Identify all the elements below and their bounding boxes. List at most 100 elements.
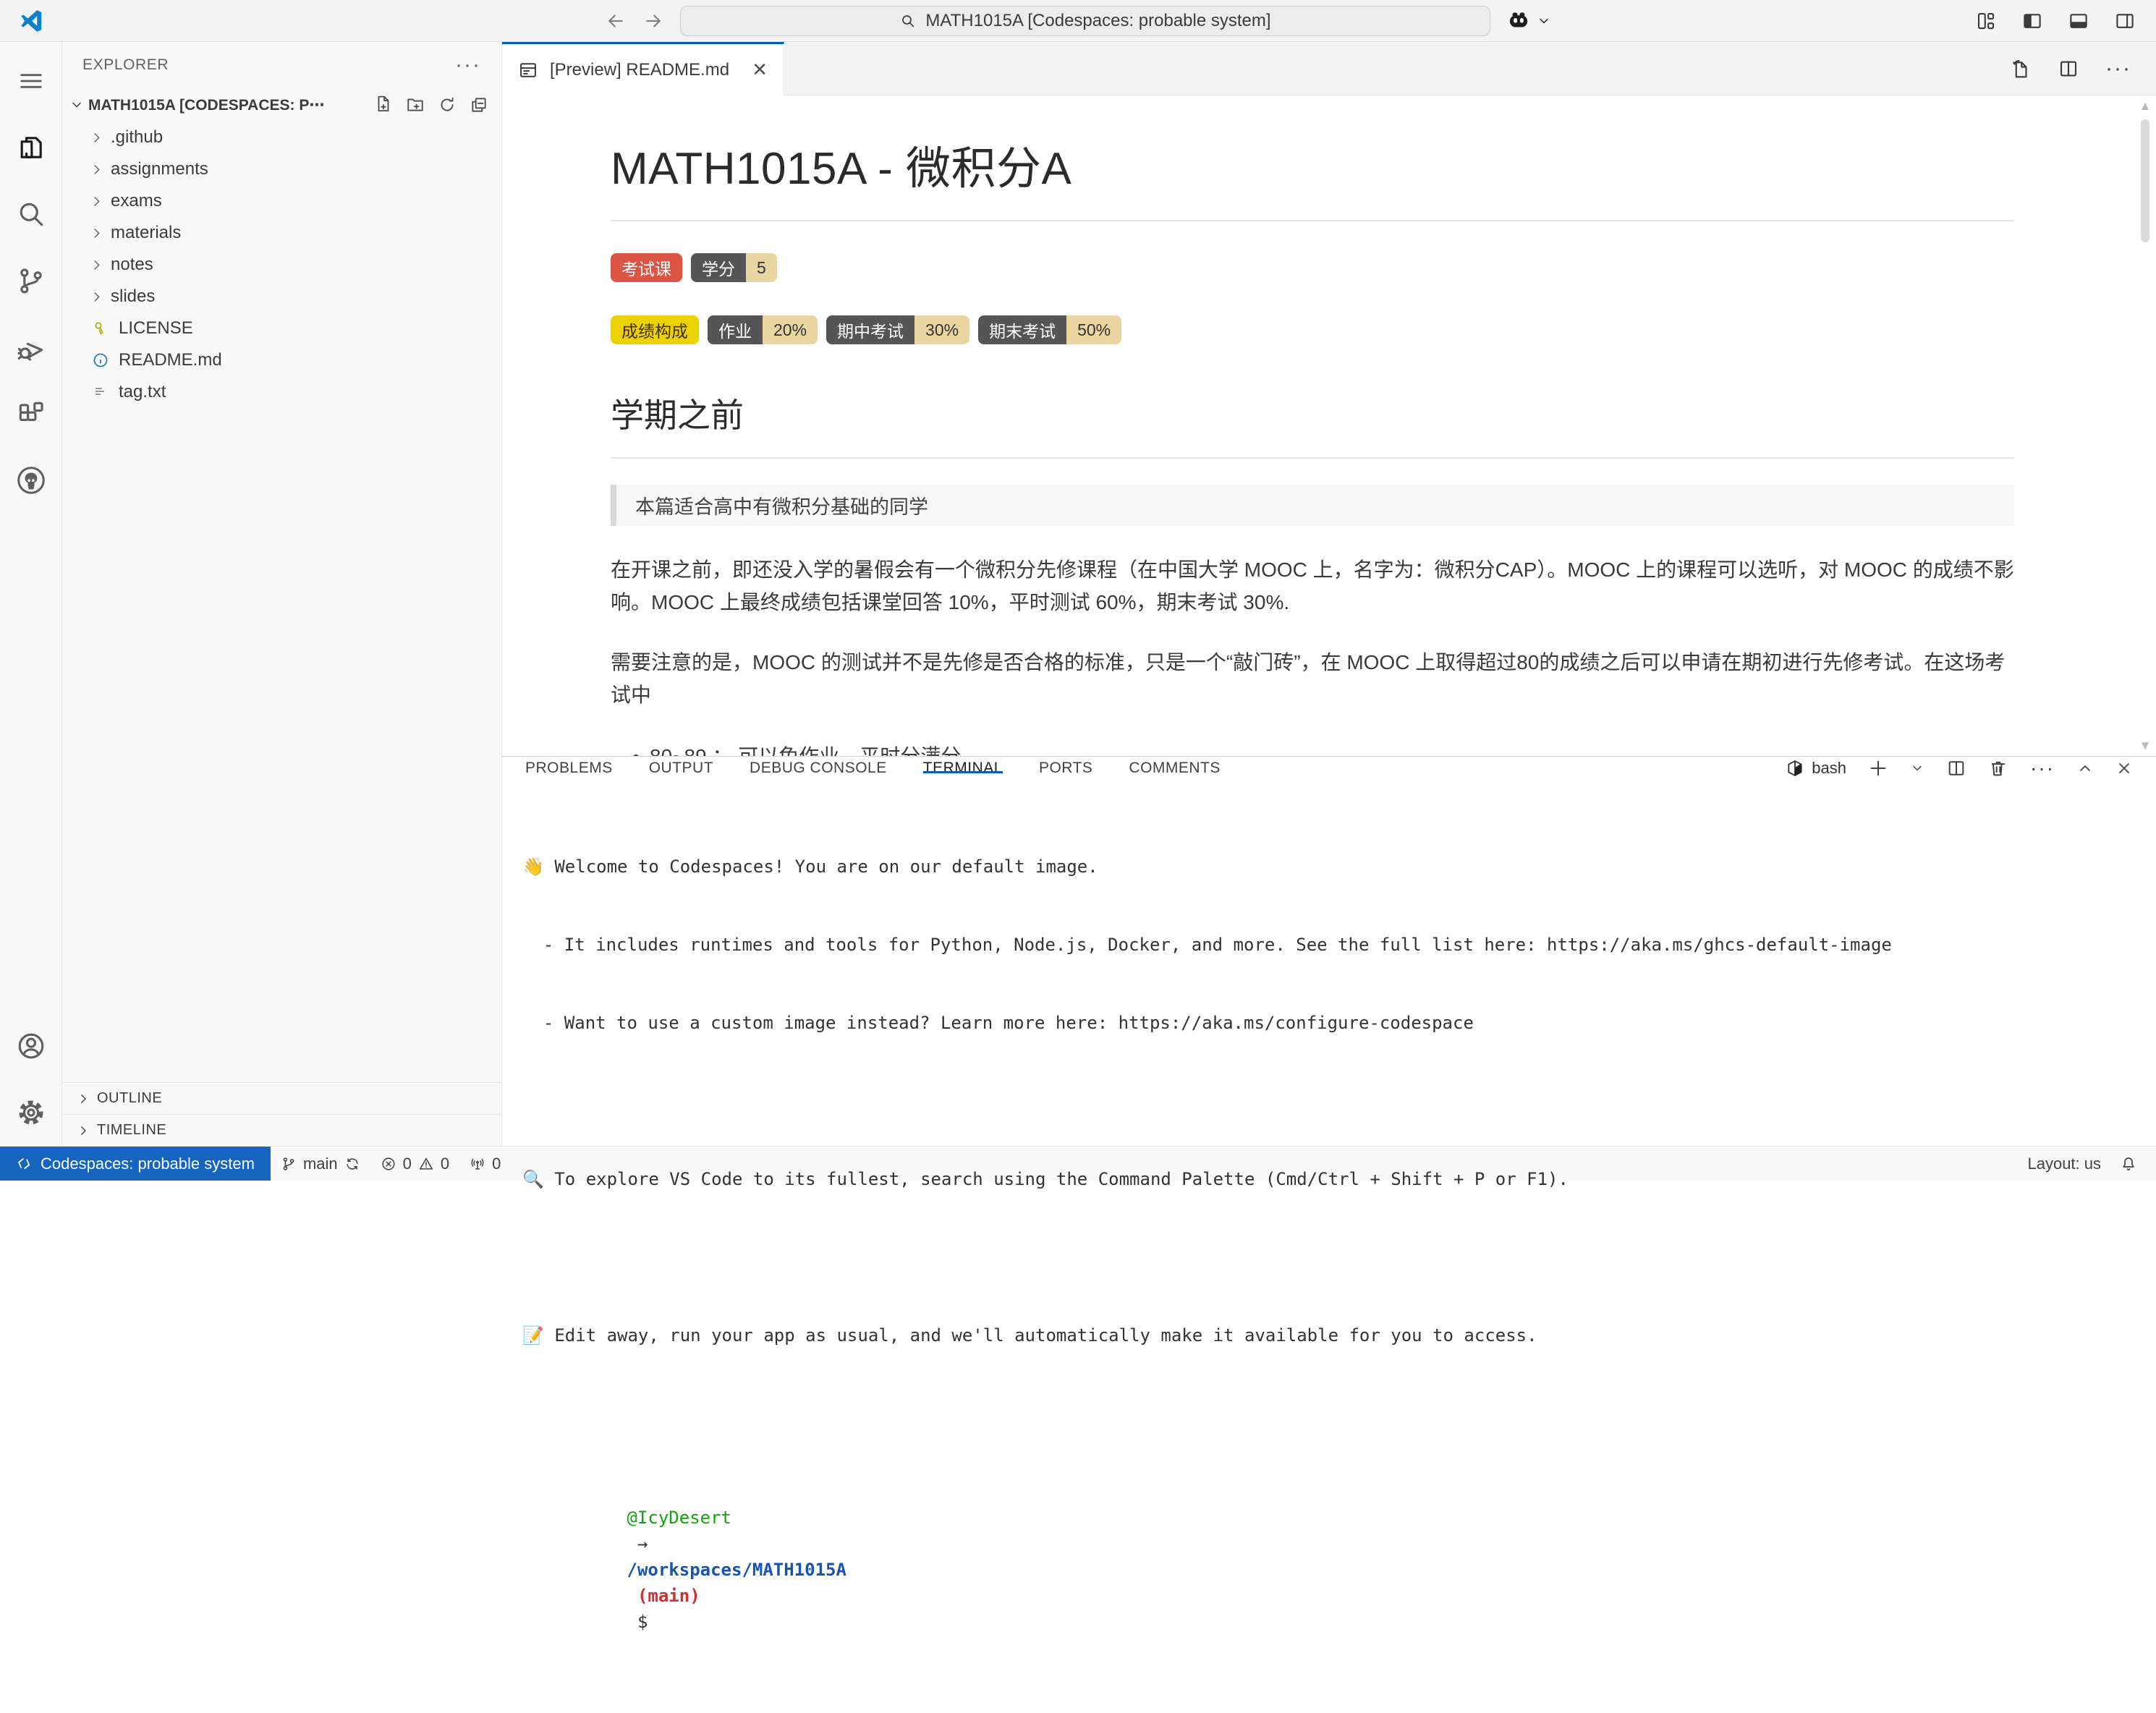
- github-activity-icon[interactable]: [0, 447, 61, 514]
- activity-bar: [0, 42, 62, 1146]
- scroll-up-icon[interactable]: ▲: [2139, 100, 2152, 112]
- markdown-preview: MATH1015A - 微积分A 考试课 学分5 成绩构成 作业20% 期中考试…: [502, 95, 2156, 756]
- bullet-list: 80~89 ： 可以免作业，平时分满分 90~100: 可以免听课/作业，以及期…: [611, 740, 2014, 756]
- terminal-shell-selector[interactable]: bash: [1786, 759, 1846, 778]
- blockquote: 本篇适合高中有微积分基础的同学: [611, 485, 2014, 526]
- tree-item-github[interactable]: .github: [62, 122, 501, 153]
- terminal-line: 📝 Edit away, run your app as usual, and …: [522, 1322, 2156, 1348]
- forward-arrow-icon[interactable]: [642, 10, 664, 32]
- close-tab-icon[interactable]: ✕: [752, 59, 768, 81]
- scrollbar-thumb[interactable]: [2141, 119, 2149, 242]
- back-arrow-icon[interactable]: [605, 10, 627, 32]
- tab-debug-console[interactable]: DEBUG CONSOLE: [750, 757, 887, 780]
- info-icon: [90, 352, 111, 369]
- terminal-line: - It includes runtimes and tools for Pyt…: [522, 932, 2156, 958]
- toggle-secondary-sidebar-icon[interactable]: [2114, 10, 2136, 32]
- bullet-item: 80~89 ： 可以免作业，平时分满分: [650, 740, 2014, 756]
- shell-label: bash: [1812, 759, 1846, 778]
- tab-comments[interactable]: COMMENTS: [1129, 757, 1221, 780]
- key-icon: [90, 320, 111, 337]
- timeline-label: TIMELINE: [97, 1122, 166, 1139]
- copilot-menu[interactable]: [1506, 9, 1551, 33]
- badge-exam-course: 考试课: [611, 253, 682, 282]
- tab-terminal[interactable]: TERMINAL: [923, 757, 1003, 780]
- branch-status[interactable]: main: [271, 1147, 370, 1181]
- collapse-all-icon[interactable]: [470, 95, 488, 114]
- chevron-right-icon: [90, 258, 103, 272]
- preview-scrollbar[interactable]: ▲ ▼: [2137, 100, 2153, 752]
- tree-item-materials[interactable]: materials: [62, 217, 501, 249]
- badge-grade-composition: 成绩构成: [611, 315, 699, 344]
- settings-gear-icon[interactable]: [0, 1079, 61, 1146]
- tree-item-slides[interactable]: slides: [62, 281, 501, 313]
- tree-item-label: LICENSE: [119, 318, 193, 339]
- tab-preview-readme[interactable]: [Preview] README.md ✕: [502, 42, 784, 95]
- customize-layout-icon[interactable]: [1975, 10, 1997, 32]
- refresh-icon[interactable]: [438, 95, 457, 114]
- text-file-icon: [90, 383, 111, 401]
- kill-terminal-trash-icon[interactable]: [1988, 758, 2008, 778]
- extensions-activity-icon[interactable]: [0, 381, 61, 447]
- editor-more-actions-icon[interactable]: ···: [2105, 56, 2131, 81]
- account-icon[interactable]: [0, 1013, 61, 1079]
- workspace-root-row[interactable]: MATH1015A [CODESPACES: P⋯: [62, 88, 501, 122]
- tree-item-exams[interactable]: exams: [62, 185, 501, 217]
- tree-item-label: .github: [111, 127, 163, 148]
- chevron-right-icon: [90, 226, 103, 240]
- bell-icon[interactable]: [2120, 1155, 2137, 1173]
- timeline-section[interactable]: TIMELINE: [62, 1114, 501, 1146]
- branch-label: main: [303, 1155, 338, 1173]
- new-terminal-icon[interactable]: [1868, 758, 1888, 778]
- toggle-primary-sidebar-icon[interactable]: [2021, 10, 2043, 32]
- new-folder-icon[interactable]: [406, 95, 425, 114]
- explorer-more-actions-icon[interactable]: ···: [455, 53, 481, 77]
- tree-item-tagtxt[interactable]: tag.txt: [62, 376, 501, 408]
- menu-hamburger-icon[interactable]: [0, 48, 61, 114]
- remote-indicator[interactable]: Codespaces: probable system: [0, 1147, 271, 1181]
- chevron-down-icon[interactable]: [1910, 761, 1924, 775]
- terminal-output[interactable]: 👋 Welcome to Codespaces! You are on our …: [502, 780, 2156, 1713]
- search-activity-icon[interactable]: [0, 181, 61, 247]
- outline-section[interactable]: OUTLINE: [62, 1082, 501, 1114]
- ports-status[interactable]: 0: [459, 1147, 511, 1181]
- tab-output[interactable]: OUTPUT: [649, 757, 713, 780]
- tree-item-readme[interactable]: README.md: [62, 344, 501, 376]
- layout-indicator[interactable]: Layout: us: [2027, 1155, 2101, 1173]
- terminal-line: 👋 Welcome to Codespaces! You are on our …: [522, 854, 2156, 880]
- remote-label: Codespaces: probable system: [41, 1155, 255, 1173]
- copilot-icon: [1506, 9, 1531, 33]
- command-center-search[interactable]: MATH1015A [Codespaces: probable system]: [680, 6, 1490, 36]
- title-bar: MATH1015A [Codespaces: probable system]: [0, 0, 2156, 42]
- toggle-panel-icon[interactable]: [2068, 10, 2089, 32]
- tab-ports[interactable]: PORTS: [1039, 757, 1092, 780]
- tree-item-notes[interactable]: notes: [62, 249, 501, 281]
- tab-problems[interactable]: PROBLEMS: [525, 757, 613, 780]
- scroll-down-icon[interactable]: ▼: [2139, 739, 2152, 752]
- new-file-icon[interactable]: [374, 95, 393, 114]
- tree-item-assignments[interactable]: assignments: [62, 153, 501, 185]
- search-icon: [899, 12, 917, 30]
- maximize-panel-icon[interactable]: [2076, 760, 2094, 777]
- explorer-sidebar: EXPLORER ··· MATH1015A [CODESPACES: P⋯ .…: [62, 42, 502, 1146]
- split-editor-icon[interactable]: [2058, 58, 2079, 80]
- badge-homework: 作业20%: [708, 315, 818, 344]
- split-terminal-icon[interactable]: [1946, 758, 1966, 778]
- tree-item-label: assignments: [111, 159, 208, 179]
- run-debug-activity-icon[interactable]: [0, 314, 61, 381]
- close-panel-icon[interactable]: [2115, 760, 2133, 777]
- editor-tab-bar: [Preview] README.md ✕ ···: [502, 42, 2156, 95]
- prompt-user: @IcyDesert: [627, 1508, 732, 1528]
- terminal-line: 🔍 To explore VS Code to its fullest, sea…: [522, 1166, 2156, 1192]
- tree-item-license[interactable]: LICENSE: [62, 313, 501, 344]
- workspace-root-label: MATH1015A [CODESPACES: P⋯: [88, 96, 324, 114]
- chevron-right-icon: [90, 131, 103, 145]
- vscode-logo: [0, 7, 62, 35]
- source-control-activity-icon[interactable]: [0, 247, 61, 314]
- search-label: MATH1015A [Codespaces: probable system]: [925, 11, 1270, 31]
- show-source-icon[interactable]: [2010, 58, 2032, 80]
- panel-more-actions-icon[interactable]: ···: [2030, 757, 2055, 780]
- remote-icon: [16, 1156, 32, 1172]
- terminal-prompt: @IcyDesert → /workspaces/MATH1015A (main…: [522, 1479, 2156, 1661]
- problems-status[interactable]: 0 0: [370, 1147, 460, 1181]
- explorer-activity-icon[interactable]: [0, 114, 61, 181]
